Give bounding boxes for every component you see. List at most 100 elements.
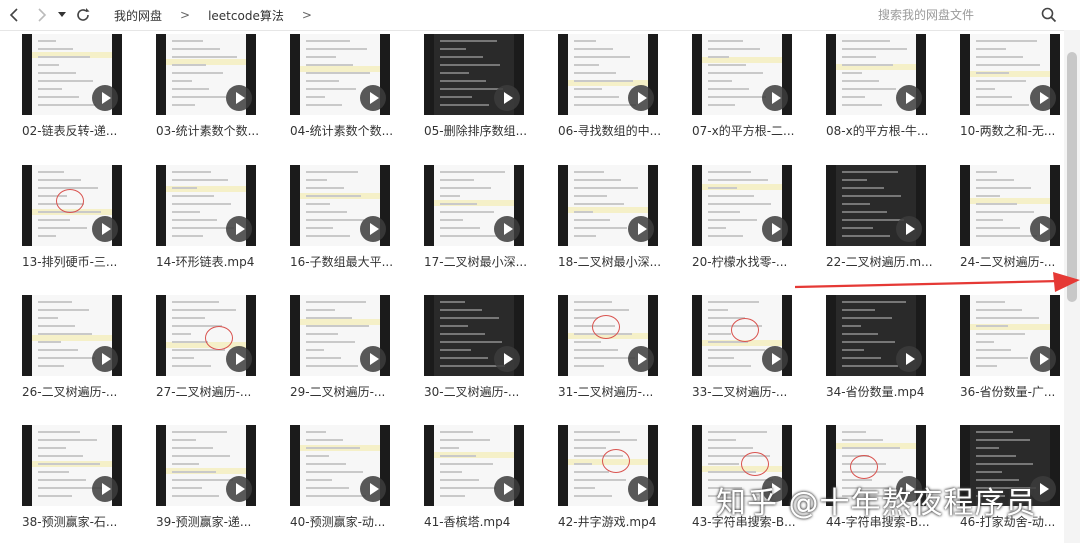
file-item[interactable]: 17-二叉树最小深... — [424, 165, 536, 275]
file-item[interactable]: 38-预测赢家-石... — [22, 425, 134, 535]
file-name[interactable]: 14-环形链表.mp4 — [156, 253, 272, 270]
file-name[interactable]: 07-x的平方根-二... — [692, 122, 808, 139]
play-icon[interactable] — [360, 216, 386, 242]
file-item[interactable]: 33-二叉树遍历-... — [692, 295, 804, 405]
video-thumbnail[interactable] — [692, 165, 792, 246]
play-icon[interactable] — [226, 346, 252, 372]
file-name[interactable]: 17-二叉树最小深... — [424, 253, 540, 270]
file-item[interactable]: 07-x的平方根-二... — [692, 34, 804, 144]
file-name[interactable]: 34-省份数量.mp4 — [826, 383, 942, 400]
video-thumbnail[interactable] — [960, 295, 1060, 376]
file-item[interactable]: 42-井字游戏.mp4 — [558, 425, 670, 535]
file-item[interactable]: 26-二叉树遍历-... — [22, 295, 134, 405]
file-name[interactable]: 16-子数组最大平... — [290, 253, 406, 270]
file-item[interactable]: 16-子数组最大平... — [290, 165, 402, 275]
file-name[interactable]: 20-柠檬水找零-... — [692, 253, 808, 270]
file-name[interactable]: 24-二叉树遍历-... — [960, 253, 1076, 270]
play-icon[interactable] — [494, 216, 520, 242]
video-thumbnail[interactable] — [960, 165, 1060, 246]
video-thumbnail[interactable] — [558, 295, 658, 376]
video-thumbnail[interactable] — [826, 295, 926, 376]
file-item[interactable]: 29-二叉树遍历-... — [290, 295, 402, 405]
play-icon[interactable] — [360, 85, 386, 111]
video-thumbnail[interactable] — [826, 165, 926, 246]
file-item[interactable]: 30-二叉树遍历-... — [424, 295, 536, 405]
file-item[interactable]: 36-省份数量-广... — [960, 295, 1072, 405]
play-icon[interactable] — [92, 85, 118, 111]
video-thumbnail[interactable] — [826, 34, 926, 115]
play-icon[interactable] — [762, 85, 788, 111]
video-thumbnail[interactable] — [558, 165, 658, 246]
video-thumbnail[interactable] — [22, 34, 122, 115]
file-item[interactable]: 22-二叉树遍历.m... — [826, 165, 938, 275]
history-dropdown-button[interactable] — [54, 2, 70, 28]
file-name[interactable]: 04-统计素数个数... — [290, 122, 406, 139]
file-name[interactable]: 05-删除排序数组... — [424, 122, 540, 139]
file-name[interactable]: 13-排列硬币-三... — [22, 253, 138, 270]
play-icon[interactable] — [226, 85, 252, 111]
video-thumbnail[interactable] — [558, 34, 658, 115]
file-item[interactable]: 31-二叉树遍历-... — [558, 295, 670, 405]
video-thumbnail[interactable] — [692, 295, 792, 376]
file-item[interactable]: 40-预测赢家-动... — [290, 425, 402, 535]
video-thumbnail[interactable] — [290, 425, 390, 506]
play-icon[interactable] — [628, 85, 654, 111]
play-icon[interactable] — [226, 216, 252, 242]
file-item[interactable]: 18-二叉树最小深... — [558, 165, 670, 275]
video-thumbnail[interactable] — [424, 295, 524, 376]
play-icon[interactable] — [360, 346, 386, 372]
file-name[interactable]: 31-二叉树遍历-... — [558, 383, 674, 400]
file-name[interactable]: 03-统计素数个数... — [156, 122, 272, 139]
file-item[interactable]: 04-统计素数个数... — [290, 34, 402, 144]
file-name[interactable]: 41-香槟塔.mp4 — [424, 513, 540, 530]
file-name[interactable]: 26-二叉树遍历-... — [22, 383, 138, 400]
file-name[interactable]: 29-二叉树遍历-... — [290, 383, 406, 400]
file-name[interactable]: 06-寻找数组的中... — [558, 122, 674, 139]
file-item[interactable]: 08-x的平方根-牛... — [826, 34, 938, 144]
play-icon[interactable] — [92, 476, 118, 502]
file-item[interactable]: 03-统计素数个数... — [156, 34, 268, 144]
file-name[interactable]: 08-x的平方根-牛... — [826, 122, 942, 139]
file-name[interactable]: 02-链表反转-递... — [22, 122, 138, 139]
file-item[interactable]: 10-两数之和-无... — [960, 34, 1072, 144]
scrollbar-thumb[interactable] — [1067, 52, 1077, 302]
video-thumbnail[interactable] — [290, 295, 390, 376]
refresh-button[interactable] — [70, 2, 96, 28]
play-icon[interactable] — [896, 346, 922, 372]
play-icon[interactable] — [92, 346, 118, 372]
file-name[interactable]: 10-两数之和-无... — [960, 122, 1076, 139]
file-item[interactable]: 20-柠檬水找零-... — [692, 165, 804, 275]
file-item[interactable]: 24-二叉树遍历-... — [960, 165, 1072, 275]
video-thumbnail[interactable] — [22, 295, 122, 376]
file-name[interactable]: 18-二叉树最小深... — [558, 253, 674, 270]
file-name[interactable]: 30-二叉树遍历-... — [424, 383, 540, 400]
video-thumbnail[interactable] — [156, 425, 256, 506]
file-name[interactable]: 42-井字游戏.mp4 — [558, 513, 674, 530]
video-thumbnail[interactable] — [424, 165, 524, 246]
play-icon[interactable] — [360, 476, 386, 502]
file-name[interactable]: 27-二叉树遍历-... — [156, 383, 272, 400]
play-icon[interactable] — [92, 216, 118, 242]
play-icon[interactable] — [762, 216, 788, 242]
video-thumbnail[interactable] — [558, 425, 658, 506]
file-item[interactable]: 14-环形链表.mp4 — [156, 165, 268, 275]
file-name[interactable]: 22-二叉树遍历.m... — [826, 253, 942, 270]
video-thumbnail[interactable] — [424, 34, 524, 115]
breadcrumb-item-folder[interactable]: leetcode算法 — [204, 7, 288, 24]
play-icon[interactable] — [628, 216, 654, 242]
file-name[interactable]: 36-省份数量-广... — [960, 383, 1076, 400]
file-item[interactable]: 05-删除排序数组... — [424, 34, 536, 144]
file-item[interactable]: 02-链表反转-递... — [22, 34, 134, 144]
video-thumbnail[interactable] — [156, 295, 256, 376]
video-thumbnail[interactable] — [960, 34, 1060, 115]
play-icon[interactable] — [494, 346, 520, 372]
file-item[interactable]: 41-香槟塔.mp4 — [424, 425, 536, 535]
play-icon[interactable] — [494, 476, 520, 502]
video-thumbnail[interactable] — [156, 34, 256, 115]
play-icon[interactable] — [628, 476, 654, 502]
video-thumbnail[interactable] — [22, 425, 122, 506]
forward-button[interactable] — [28, 2, 54, 28]
file-item[interactable]: 27-二叉树遍历-... — [156, 295, 268, 405]
file-name[interactable]: 38-预测赢家-石... — [22, 513, 138, 530]
video-thumbnail[interactable] — [290, 165, 390, 246]
